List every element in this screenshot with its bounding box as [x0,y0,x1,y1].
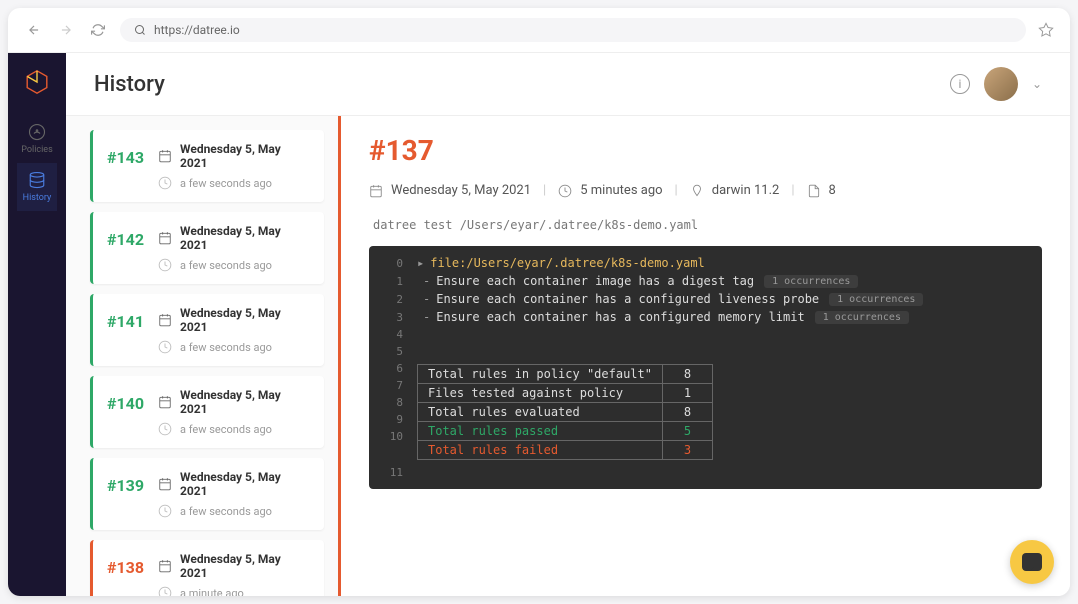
history-list: #143 Wednesday 5, May 2021 a few seconds a… [66,116,338,596]
summary-value: 8 [662,403,712,422]
history-card-id: #141 [107,306,144,331]
user-menu-chevron-icon[interactable]: ⌄ [1032,77,1042,91]
clock-icon [158,258,172,272]
clock-icon [158,176,172,190]
calendar-icon [158,313,172,327]
summary-value: 1 [662,384,712,403]
run-rules-count: 8 [829,183,836,198]
os-icon [690,184,704,198]
page-title: History [94,72,165,97]
occurrence-badge: 1 occurrences [829,293,923,306]
back-button[interactable] [24,20,44,40]
clock-icon [558,184,572,198]
history-card-ago: a few seconds ago [180,341,272,354]
app-sidebar: Policies History [8,53,66,596]
url-bar[interactable]: https://datree.io [120,18,1026,42]
user-avatar[interactable] [984,67,1018,101]
run-os: darwin 11.2 [712,183,780,198]
chat-widget[interactable] [1010,540,1054,584]
history-card-date: Wednesday 5, May 2021 [180,552,310,580]
sidebar-item-history[interactable]: History [17,163,56,211]
history-card[interactable]: #138 Wednesday 5, May 2021 a minute ago [90,540,324,596]
summary-value: 8 [662,365,712,384]
history-card-ago: a few seconds ago [180,259,272,272]
search-icon [134,24,146,36]
calendar-icon [158,395,172,409]
history-card[interactable]: #140 Wednesday 5, May 2021 a few seconds a… [90,376,324,448]
run-ago: 5 minutes ago [580,183,662,198]
history-card-ago: a few seconds ago [180,423,272,436]
terminal-output: 0▸file:/Users/eyar/.datree/k8s-demo.yaml… [369,246,1042,489]
chat-icon [1022,553,1042,571]
command-text: datree test /Users/eyar/.datree/k8s-demo… [369,218,1042,232]
url-text: https://datree.io [154,23,240,37]
browser-toolbar: https://datree.io [8,8,1070,53]
file-icon [807,184,821,198]
history-card-id: #139 [107,470,144,495]
history-card-id: #143 [107,142,144,167]
run-date: Wednesday 5, May 2021 [391,183,531,198]
occurrence-badge: 1 occurrences [815,311,909,324]
history-card-ago: a minute ago [180,587,244,597]
history-card-date: Wednesday 5, May 2021 [180,306,310,334]
history-card-date: Wednesday 5, May 2021 [180,224,310,252]
history-card-date: Wednesday 5, May 2021 [180,142,310,170]
history-card-ago: a few seconds ago [180,177,272,190]
calendar-icon [158,559,172,573]
calendar-icon [158,477,172,491]
history-card[interactable]: #141 Wednesday 5, May 2021 a few seconds a… [90,294,324,366]
history-card-date: Wednesday 5, May 2021 [180,470,310,498]
run-detail-panel: #137 Wednesday 5, May 2021 | 5 minutes a… [338,116,1070,596]
app-logo[interactable] [22,67,52,97]
forward-button[interactable] [56,20,76,40]
bookmark-star-icon[interactable] [1038,22,1054,38]
history-card[interactable]: #139 Wednesday 5, May 2021 a few seconds a… [90,458,324,530]
page-header: History i ⌄ [66,53,1070,116]
sidebar-item-policies[interactable]: Policies [17,115,56,163]
history-card-date: Wednesday 5, May 2021 [180,388,310,416]
summary-table: Total rules in policy "default"8Files te… [417,364,713,460]
summary-value: 3 [662,441,712,460]
calendar-icon [369,184,383,198]
clock-icon [158,422,172,436]
file-path: file:/Users/eyar/.datree/k8s-demo.yaml [430,256,705,270]
summary-label: Total rules failed [418,441,663,460]
reload-button[interactable] [88,20,108,40]
summary-value: 5 [662,422,712,441]
sidebar-item-label: History [23,193,52,203]
history-card[interactable]: #143 Wednesday 5, May 2021 a few seconds a… [90,130,324,202]
clock-icon [158,586,172,596]
sidebar-item-label: Policies [21,145,52,155]
summary-label: Total rules passed [418,422,663,441]
summary-label: Files tested against policy [418,384,663,403]
history-card[interactable]: #142 Wednesday 5, May 2021 a few seconds a… [90,212,324,284]
rule-text: Ensure each container image has a digest… [436,274,754,288]
history-card-id: #138 [107,552,144,577]
calendar-icon [158,149,172,163]
clock-icon [158,504,172,518]
rule-text: Ensure each container has a configured m… [436,310,804,324]
occurrence-badge: 1 occurrences [764,275,858,288]
history-card-id: #142 [107,224,144,249]
run-detail-id: #137 [369,134,1042,167]
rule-text: Ensure each container has a configured l… [436,292,819,306]
clock-icon [158,340,172,354]
summary-label: Total rules evaluated [418,403,663,422]
history-card-ago: a few seconds ago [180,505,272,518]
calendar-icon [158,231,172,245]
history-card-id: #140 [107,388,144,413]
run-meta: Wednesday 5, May 2021 | 5 minutes ago | … [369,183,1042,198]
info-icon[interactable]: i [950,74,970,94]
summary-label: Total rules in policy "default" [418,365,663,384]
